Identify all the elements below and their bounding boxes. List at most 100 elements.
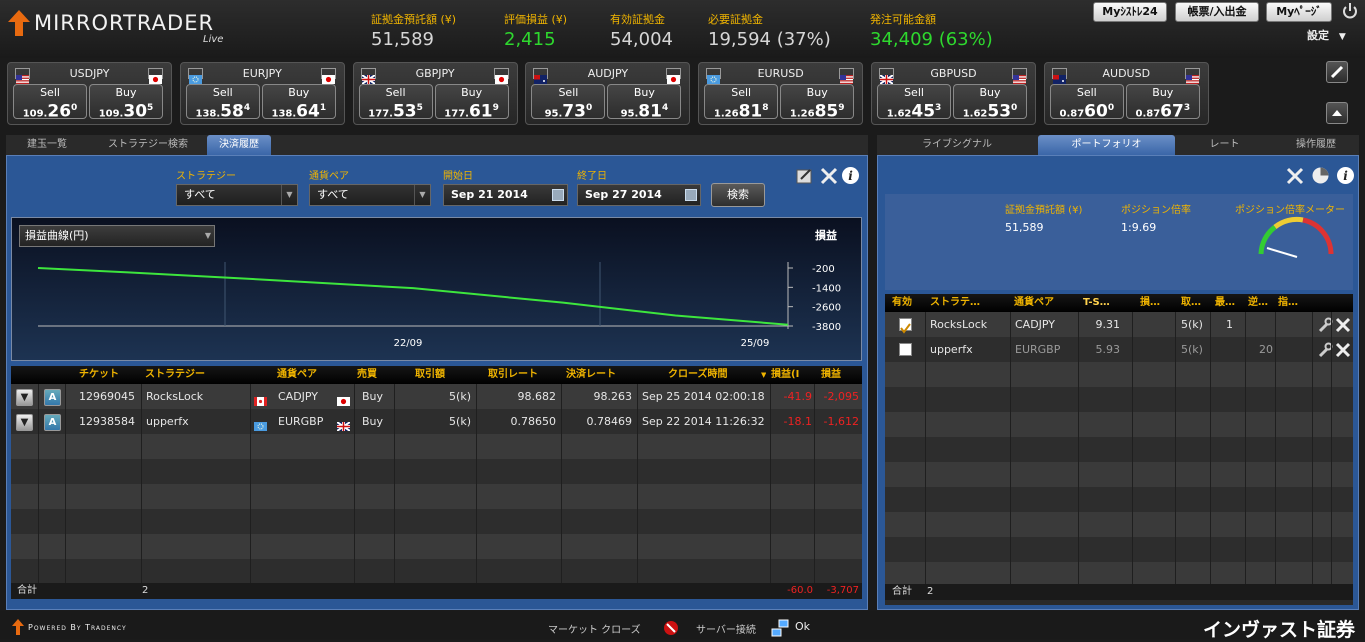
grid-footer: 合計 2 [885,584,1353,600]
auto-trade-icon[interactable]: A [44,414,61,431]
excel-icon[interactable] [1286,167,1304,185]
column-header[interactable]: クローズ時間 [668,366,728,384]
calendar-icon[interactable] [685,189,697,201]
grid-divider [141,384,142,583]
buy-button[interactable]: Buy 138.641 [261,84,336,121]
summary-unrealized-pl: 評価損益 (¥) 2,415 [504,13,568,50]
pl-pips-cell: -18.1 [783,415,812,428]
sell-button[interactable]: Sell 177.535 [358,84,433,121]
footer-total-label: 合計 [17,585,37,596]
info-icon[interactable]: i [841,166,860,185]
expand-row-icon[interactable]: ▼ [16,414,33,431]
sell-button[interactable]: Sell 0.87600 [1049,84,1124,121]
strategy-cell[interactable]: RocksLock [146,384,246,410]
start-date-field[interactable]: Sep 21 2014 [443,184,568,206]
column-header[interactable]: 損益 [821,366,841,384]
power-icon[interactable] [1341,2,1359,20]
active-checkbox[interactable] [899,343,912,356]
pie-chart-icon[interactable] [1311,166,1330,185]
column-header[interactable]: 売買 [357,366,377,384]
settings-menu[interactable]: 設定 ▼ [1307,27,1346,43]
table-row [885,512,1353,537]
strategy-cell[interactable]: upperfx [146,409,246,435]
grid-divider [637,384,638,583]
info-icon[interactable]: i [1336,166,1355,185]
calendar-icon[interactable] [552,189,564,201]
grid-divider [925,312,926,584]
expand-row-icon[interactable]: ▼ [16,389,33,406]
tab-operation-history[interactable]: 操作履歴 [1277,135,1355,155]
column-header[interactable]: 通貨ペア [1014,294,1054,312]
my-page-button[interactable]: Myﾍﾟｰｼﾞ [1266,2,1332,22]
edit-pencil-icon[interactable] [1326,61,1348,83]
collapse-up-icon[interactable] [1326,102,1348,124]
column-header[interactable]: 決済レート [566,366,616,384]
sell-button[interactable]: Sell 109.260 [13,84,87,121]
summary-available-amount: 発注可能金額 34,409 (63%) [870,13,993,50]
sell-button[interactable]: Sell 138.584 [185,84,260,121]
ts-cell: 9.31 [1095,318,1121,331]
strategy-filter-select[interactable]: すべて ▼ [176,184,298,206]
column-header[interactable]: 通貨ペア [277,366,317,384]
excel-icon[interactable] [820,167,838,185]
table-row[interactable]: upperfx EURGBP 5.93 5(k) 20 [885,337,1353,362]
column-header[interactable]: 指… [1278,294,1298,312]
pair-name: GBPUSD [930,67,977,80]
network-icon [771,619,789,637]
column-header[interactable]: 取引レート [488,366,538,384]
column-header[interactable]: チケット [79,366,119,384]
my-system-button[interactable]: Myｼｽﾄﾚ24 [1093,2,1167,22]
tab-closed-history[interactable]: 決済履歴 [207,135,271,155]
column-header[interactable]: 取引額 [415,366,445,384]
max-cell [1213,337,1233,363]
end-date-field[interactable]: Sep 27 2014 [577,184,701,206]
grid-divider [1175,312,1176,584]
reports-deposit-button[interactable]: 帳票/入出金 [1175,2,1259,22]
tab-rates[interactable]: レート [1177,135,1272,155]
table-row[interactable]: ▼ A 12969045 RocksLock CADJPY Buy 5(k) 98.682 98… [11,384,862,409]
tab-live-signal[interactable]: ライブシグナル [897,135,1017,155]
column-header[interactable]: 取… [1181,294,1201,312]
pl-pips-cell: -41.9 [783,390,812,403]
column-header[interactable]: 損… [1140,294,1160,312]
grid-divider [476,384,477,583]
strategy-cell[interactable]: RocksLock [930,312,1010,338]
sell-button[interactable]: Sell 1.62453 [877,84,951,121]
tab-strategy-search[interactable]: ストラテジー検索 [92,135,204,155]
sell-button[interactable]: Sell 95.730 [531,84,606,121]
column-header[interactable]: 損益(I [771,366,811,384]
pair-filter-select[interactable]: すべて ▼ [309,184,431,206]
buy-button[interactable]: Buy 1.62530 [953,84,1027,121]
dropdown-arrow-icon: ▼ [281,185,297,205]
column-header[interactable]: ストラテ… [930,294,980,312]
close-icon[interactable] [1335,342,1351,358]
portfolio-summary: 証拠金預託額 (¥) 51,589 ポジション倍率 1:9.69 ポジション倍率… [885,194,1353,290]
buy-button[interactable]: Buy 95.814 [607,84,682,121]
active-checkbox[interactable] [899,318,912,334]
tab-portfolio[interactable]: ポートフォリオ [1038,135,1175,155]
search-button[interactable]: 検索 [711,183,765,207]
pair-cell: CADJPY [1015,318,1056,331]
tab-open-positions[interactable]: 建玉一覧 [16,135,78,155]
buy-button[interactable]: Buy 1.26859 [780,84,855,121]
flag-usd-icon [839,68,855,84]
strategy-cell[interactable]: upperfx [930,337,1010,363]
auto-trade-icon[interactable]: A [44,389,61,406]
sell-button[interactable]: Sell 1.26818 [704,84,779,121]
buy-button[interactable]: Buy 177.619 [434,84,509,121]
table-row[interactable]: ▼ A 12938584 upperfx EURGBP Buy 5(k) 0.78650 0.7… [11,409,862,434]
column-header[interactable]: ストラテジー [145,366,205,384]
amount-cell: 5(k) [449,415,471,428]
export-icon[interactable] [796,167,814,185]
column-header[interactable]: T-S… [1083,294,1110,312]
buy-button[interactable]: Buy 0.87673 [1125,84,1200,121]
column-header[interactable]: 最… [1215,294,1235,312]
buy-button[interactable]: Buy 109.305 [89,84,163,121]
close-icon[interactable] [1335,317,1351,333]
grid-divider [1210,312,1211,584]
column-header[interactable]: 逆… [1248,294,1268,312]
table-row[interactable]: RocksLock CADJPY 9.31 5(k) 1 [885,312,1353,337]
rate-tile-gbpjpy: GBPJPY Sell 177.535 Buy 177.619 [352,62,518,125]
start-date-label: 開始日 [443,171,473,182]
column-header[interactable]: 有効 [892,294,912,312]
